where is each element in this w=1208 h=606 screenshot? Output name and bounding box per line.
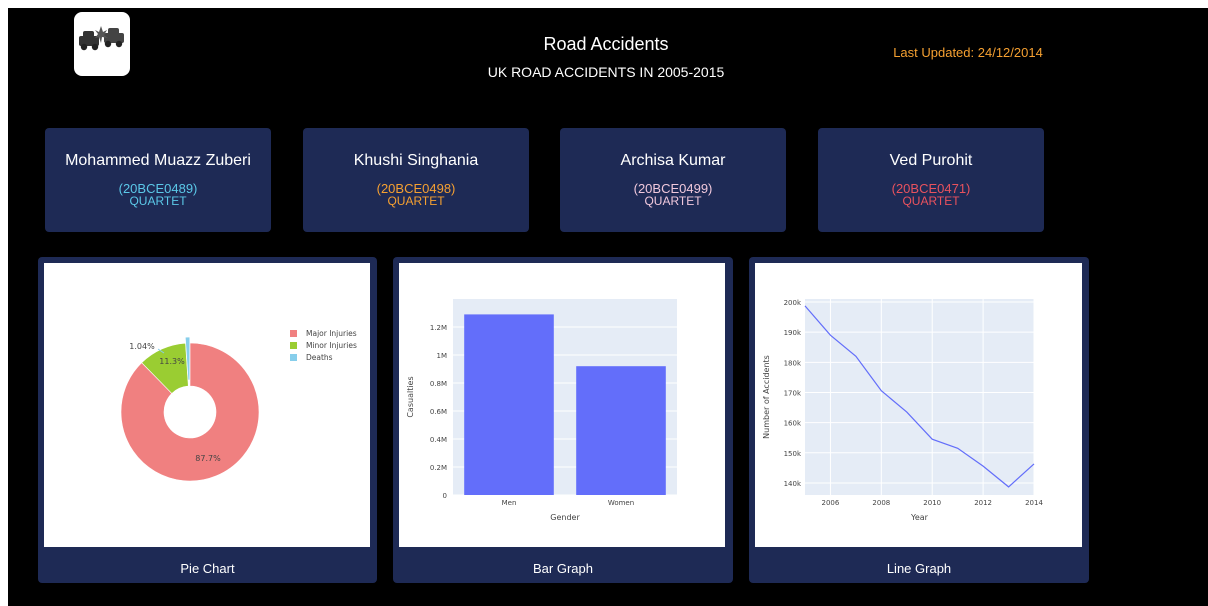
y-tick-label: 0.6M	[430, 408, 447, 416]
legend-swatch	[290, 330, 297, 337]
x-axis-label: Gender	[550, 513, 580, 522]
member-name: Khushi Singhania	[353, 152, 479, 169]
y-tick-label: 0	[443, 492, 447, 500]
bar-chart-caption: Bar Graph	[533, 561, 593, 576]
y-tick-label: 0.4M	[430, 436, 447, 444]
x-tick-label: 2008	[872, 499, 890, 507]
y-axis-label: Number of Accidents	[762, 355, 771, 439]
legend-label: Deaths	[306, 353, 333, 362]
bar-chart[interactable]: 0 0.2M 0.4M 0.6M 0.8M 1M 1.2M Men Women Gender Cas…	[399, 263, 725, 547]
y-tick-label: 0.8M	[430, 380, 447, 388]
y-tick-label: 170k	[784, 389, 802, 397]
dashboard: Road Accidents UK ROAD ACCIDENTS IN 2005…	[8, 8, 1208, 606]
pie-slice-label: 87.7%	[195, 454, 221, 463]
y-tick-label: 140k	[784, 480, 802, 488]
bar	[576, 366, 666, 495]
member-card: Archisa Kumar (20BCE0499) QUARTET	[560, 128, 786, 232]
line-chart[interactable]: 140k 150k 160k 170k 180k 190k 200k 2006 2008 2010…	[755, 263, 1082, 547]
pie-chart-caption: Pie Chart	[180, 561, 235, 576]
legend-label: Minor Injuries	[306, 341, 357, 350]
line-chart-panel: 140k 150k 160k 170k 180k 190k 200k 2006 2008 2010…	[749, 257, 1089, 583]
y-tick-label: 180k	[784, 359, 802, 367]
x-tick-label: 2014	[1025, 499, 1043, 507]
logo	[74, 12, 130, 76]
pie-chart[interactable]: 87.7% 11.3% 1.04% Major Injuries Minor Injur…	[44, 263, 370, 547]
y-tick-label: 1M	[437, 352, 448, 360]
member-team: QUARTET	[129, 194, 187, 208]
y-tick-label: 160k	[784, 420, 802, 428]
member-card: Khushi Singhania (20BCE0498) QUARTET	[303, 128, 529, 232]
bar	[464, 314, 554, 495]
member-card: Ved Purohit (20BCE0471) QUARTET	[818, 128, 1044, 232]
member-name: Ved Purohit	[889, 152, 973, 169]
pie-chart-panel: 87.7% 11.3% 1.04% Major Injuries Minor Injur…	[38, 257, 377, 583]
y-axis-label: Casualties	[406, 376, 415, 417]
member-card: Mohammed Muazz Zuberi (20BCE0489) QUARTE…	[45, 128, 271, 232]
x-tick-label: 2010	[923, 499, 941, 507]
member-team: QUARTET	[902, 194, 960, 208]
plot-area	[805, 299, 1034, 495]
legend-label: Major Injuries	[306, 329, 357, 338]
member-team: QUARTET	[387, 194, 445, 208]
last-updated-label: Last Updated: 24/12/2014	[893, 45, 1043, 60]
bar-chart-panel: 0 0.2M 0.4M 0.6M 0.8M 1M 1.2M Men Women Gender Cas…	[393, 257, 733, 583]
pie-slice-label: 11.3%	[159, 357, 185, 366]
y-tick-label: 200k	[784, 299, 802, 307]
page-title: Road Accidents	[543, 34, 669, 54]
page-subtitle: UK ROAD ACCIDENTS IN 2005-2015	[487, 64, 725, 80]
x-tick-label: 2012	[974, 499, 992, 507]
line-chart-caption: Line Graph	[886, 561, 952, 576]
pie-slice-label: 1.04%	[129, 342, 155, 351]
x-tick-label: Men	[502, 499, 517, 507]
member-name: Mohammed Muazz Zuberi	[65, 152, 251, 169]
y-tick-label: 190k	[784, 329, 802, 337]
y-tick-label: 1.2M	[430, 324, 447, 332]
y-tick-label: 0.2M	[430, 464, 447, 472]
member-team: QUARTET	[644, 194, 702, 208]
x-tick-label: 2006	[822, 499, 840, 507]
member-name: Archisa Kumar	[620, 152, 726, 169]
car-crash-icon	[79, 26, 124, 51]
legend-swatch	[290, 342, 297, 349]
legend-swatch	[290, 354, 297, 361]
x-tick-label: Women	[608, 499, 634, 507]
y-tick-label: 150k	[784, 450, 802, 458]
x-axis-label: Year	[910, 513, 929, 522]
